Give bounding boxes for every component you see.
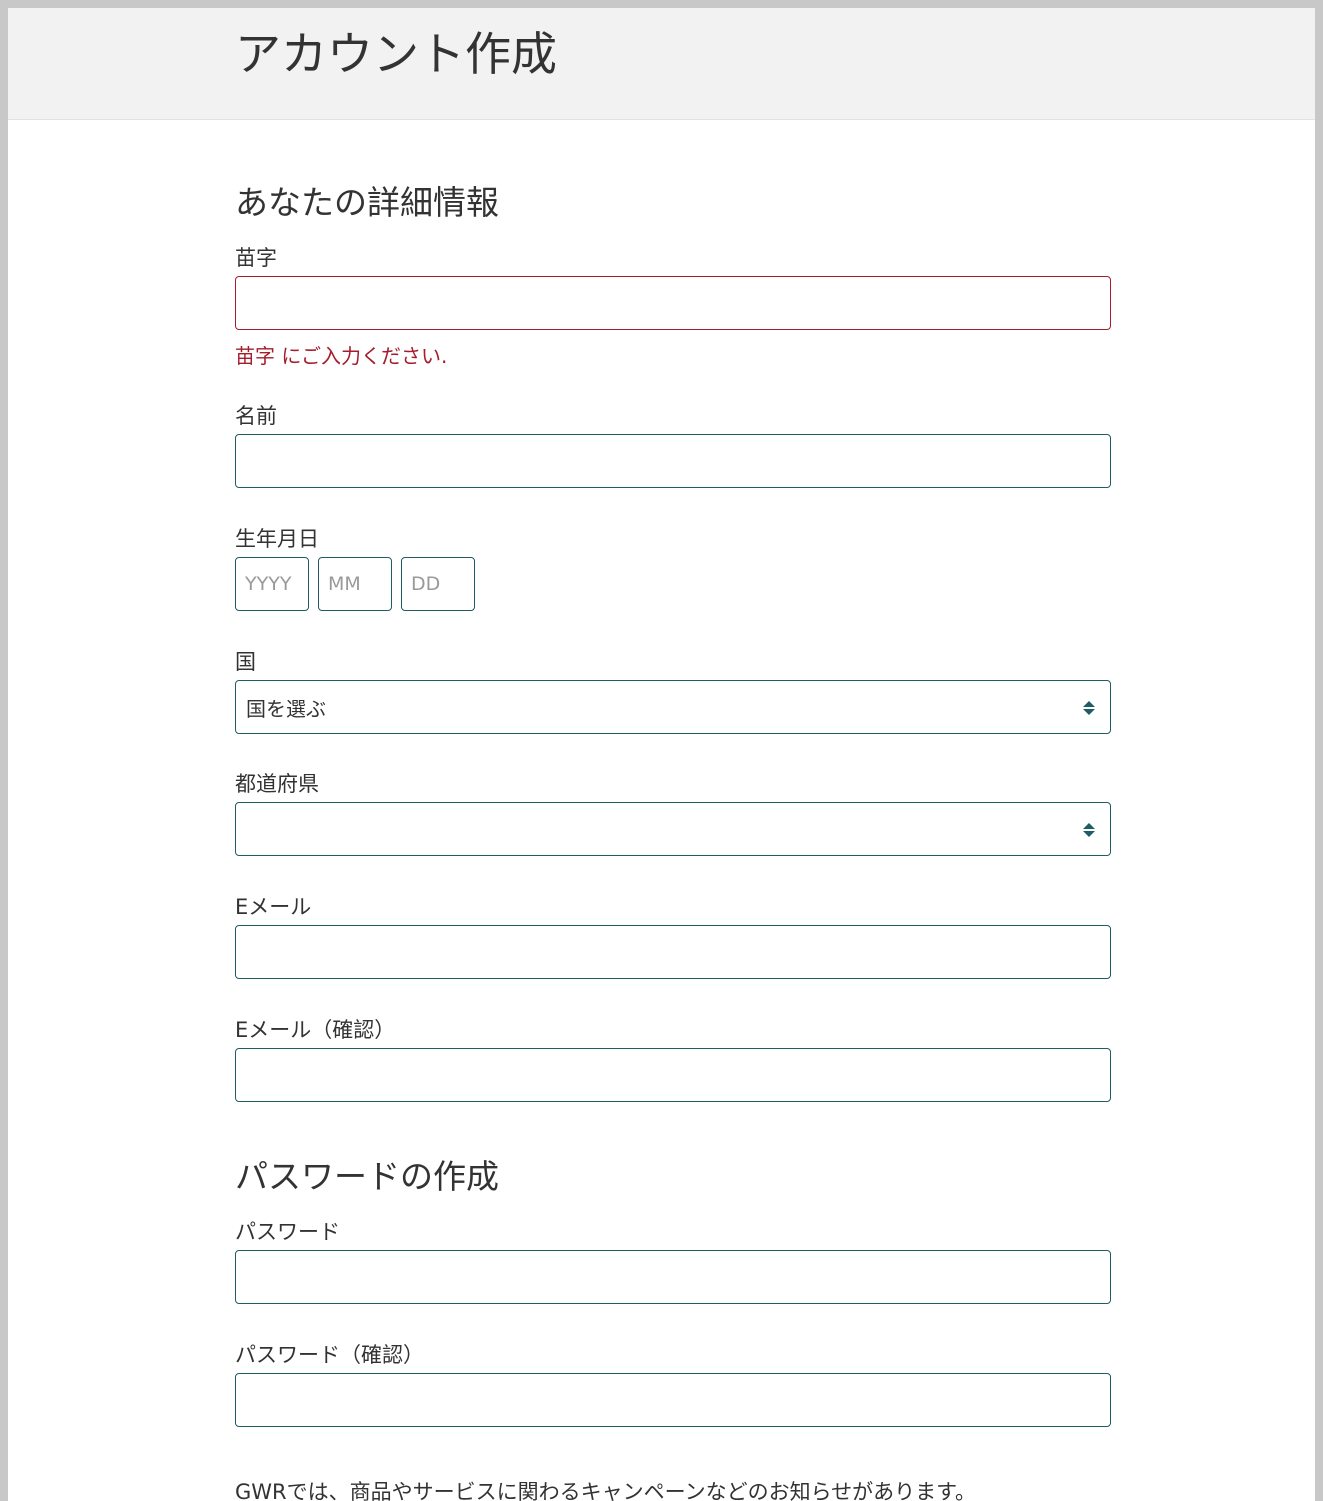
email-confirm-input[interactable] xyxy=(235,1048,1111,1102)
country-select-value: 国を選ぶ xyxy=(246,697,326,721)
email-label: Eメール xyxy=(235,895,312,919)
email-confirm-label: Eメール（確認） xyxy=(235,1018,396,1042)
page-frame: アカウント作成 あなたの詳細情報 苗字 苗字 にご入力ください. 名前 生年月日… xyxy=(8,8,1315,1501)
birth-year-input[interactable] xyxy=(235,557,309,611)
birth-month-input[interactable] xyxy=(318,557,392,611)
password-confirm-input[interactable] xyxy=(235,1373,1111,1427)
last-name-error-message: 苗字 にご入力ください. xyxy=(235,344,448,368)
birth-day-input[interactable] xyxy=(401,557,475,611)
up-down-caret-icon xyxy=(1083,701,1095,715)
last-name-label: 苗字 xyxy=(235,246,277,270)
prefecture-select[interactable] xyxy=(235,802,1111,856)
country-select[interactable]: 国を選ぶ xyxy=(235,680,1111,734)
password-label: パスワード xyxy=(235,1220,340,1244)
birthdate-label: 生年月日 xyxy=(235,527,319,551)
email-input[interactable] xyxy=(235,925,1111,979)
password-section-title: パスワードの作成 xyxy=(235,1157,499,1196)
up-down-caret-icon xyxy=(1083,823,1095,837)
first-name-input[interactable] xyxy=(235,434,1111,488)
password-input[interactable] xyxy=(235,1250,1111,1304)
page-title: アカウント作成 xyxy=(235,27,557,81)
marketing-notice-text: GWRでは、商品やサービスに関わるキャンペーンなどのお知らせがあります。 xyxy=(235,1480,977,1501)
prefecture-label: 都道府県 xyxy=(235,772,319,796)
first-name-label: 名前 xyxy=(235,404,277,428)
password-confirm-label: パスワード（確認） xyxy=(235,1343,424,1367)
last-name-input[interactable] xyxy=(235,276,1111,330)
details-section-title: あなたの詳細情報 xyxy=(235,183,499,222)
page-header: アカウント作成 xyxy=(8,8,1315,120)
country-label: 国 xyxy=(235,650,256,674)
